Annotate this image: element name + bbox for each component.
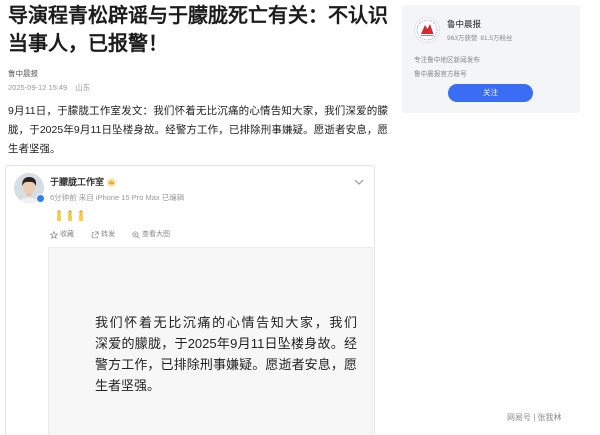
post-image[interactable]: 我们怀着无比沉痛的心情告知大家，我们 深爱的朦胧，于2025年9月11日坠楼身故… [48,247,373,435]
likes-count: 963万获赞 [447,35,478,42]
author-stats: 963万获赞 81.5万粉丝 [447,34,513,43]
avatar[interactable] [14,173,45,203]
candle-icon [55,210,63,221]
followers-count: 81.5万粉丝 [480,35,513,42]
repost-action[interactable]: 转发 [91,230,115,240]
post-image-text: 我们怀着无比沉痛的心情告知大家，我们 深爱的朦胧，于2025年9月11日坠楼身故… [95,312,357,396]
image-text-line: 警方工作，已排除刑事嫌疑。愿逝者安息，愿 [95,357,357,372]
view-large-image-action[interactable]: 查看大图 [132,230,170,240]
share-icon [91,231,99,239]
watermark: 网易号 | 张我林 [507,413,562,422]
follow-button[interactable]: 关注 [448,84,533,102]
article-dateline: 2025-09-12 15:49 山东 [8,83,90,93]
zoom-icon [132,231,140,239]
star-icon [50,231,58,239]
author-description: 专注鲁中地区新闻发布 [414,57,480,64]
image-action-bar: 收藏 转发 查看大图 [50,230,187,240]
image-text-line: 生者坚强。 [95,378,161,393]
candle-icon [66,210,74,221]
author-card: 鲁中晨报 963万获赞 81.5万粉丝 专注鲁中地区新闻发布 鲁中晨报官方账号 关… [402,5,580,113]
repost-label: 转发 [101,231,115,238]
crown-icon [107,177,117,187]
chevron-down-icon[interactable] [354,178,364,186]
publish-time: 2025-09-12 15:49 [8,83,68,92]
page-title: 导演程青松辟谣与于朦胧死亡有关：不认识当事人，已报警！ [8,5,388,55]
newspaper-logo-icon[interactable] [414,17,440,43]
candle-icon [77,210,85,221]
favorite-action[interactable]: 收藏 [50,230,74,240]
verified-badge-icon [36,194,45,203]
article-source[interactable]: 鲁中晨报 [8,69,38,79]
image-text-line: 深爱的朦胧，于2025年9月11日坠楼身故。经 [95,336,357,351]
author-verification: 鲁中晨报官方账号 [414,71,467,78]
post-author-name[interactable]: 于朦胧工作室 [50,176,104,188]
author-name[interactable]: 鲁中晨报 [447,19,481,30]
image-text-line: 我们怀着无比沉痛的心情告知大家，我们 [95,315,357,330]
view-large-image-label: 查看大图 [142,231,170,238]
favorite-label: 收藏 [60,231,74,238]
article-paragraph: 9月11日，于朦胧工作室发文：我们怀着无比沉痛的心情告知大家，我们深爱的朦胧，于… [8,105,388,155]
emoji-row [55,210,88,221]
post-meta: 6分钟前 来自 iPhone 15 Pro Max 已编辑 [50,193,185,202]
post-author-row: 于朦胧工作室 [50,176,117,188]
publish-location: 山东 [75,83,91,92]
embedded-weibo-post: 于朦胧工作室 6分钟前 来自 iPhone 15 Pro Max 已编辑 收藏 [5,165,375,435]
